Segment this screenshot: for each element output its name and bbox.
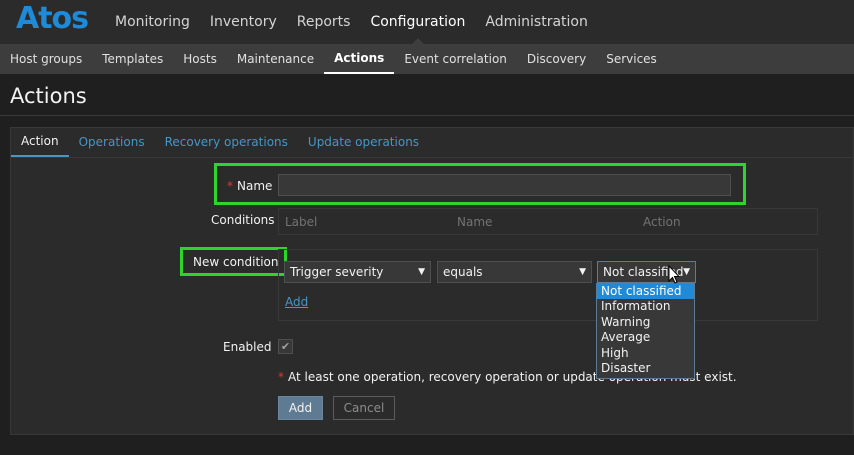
top-nav-inventory[interactable]: Inventory xyxy=(200,0,287,44)
top-nav-reports[interactable]: Reports xyxy=(287,0,361,44)
sub-bar: Host groups Templates Hosts Maintenance … xyxy=(0,44,854,74)
add-condition-link[interactable]: Add xyxy=(285,295,308,309)
conditions-table: Label Name Action xyxy=(278,208,818,235)
page-title: Actions xyxy=(10,84,87,108)
sub-nav-discovery[interactable]: Discovery xyxy=(517,44,596,74)
severity-dropdown-list: Not classified Information Warning Avera… xyxy=(596,283,695,379)
sub-nav-templates[interactable]: Templates xyxy=(92,44,173,74)
sub-nav: Host groups Templates Hosts Maintenance … xyxy=(0,44,854,74)
mouse-cursor-icon xyxy=(668,265,680,284)
name-highlight-box xyxy=(214,163,746,205)
chevron-down-icon: ▼ xyxy=(418,267,425,277)
conditions-col-label: Label xyxy=(285,215,318,229)
condition-value-select[interactable]: Not classified ▼ xyxy=(597,261,696,283)
top-nav-monitoring[interactable]: Monitoring xyxy=(105,0,200,44)
sub-nav-hosts[interactable]: Hosts xyxy=(173,44,227,74)
tab-operations[interactable]: Operations xyxy=(69,128,155,157)
severity-option-warning[interactable]: Warning xyxy=(597,315,694,330)
conditions-label: Conditions xyxy=(211,213,275,227)
add-button[interactable]: Add xyxy=(278,396,323,420)
sub-nav-event-correlation[interactable]: Event correlation xyxy=(394,44,517,74)
severity-option-average[interactable]: Average xyxy=(597,330,694,345)
tab-update-operations[interactable]: Update operations xyxy=(298,128,429,157)
condition-operator-select[interactable]: equals ▼ xyxy=(437,261,592,283)
tab-action[interactable]: Action xyxy=(11,128,69,157)
severity-option-high[interactable]: High xyxy=(597,346,694,361)
condition-operator-value: equals xyxy=(443,265,483,279)
check-icon: ✔ xyxy=(280,340,291,353)
chevron-down-icon: ▼ xyxy=(579,267,586,277)
chevron-down-icon: ▼ xyxy=(683,267,690,277)
severity-option-information[interactable]: Information xyxy=(597,299,694,314)
cancel-button[interactable]: Cancel xyxy=(333,396,395,420)
action-form-panel: Action Operations Recovery operations Up… xyxy=(10,127,854,435)
brand-logo[interactable]: Atos xyxy=(16,1,89,36)
condition-type-select[interactable]: Trigger severity ▼ xyxy=(284,261,431,283)
conditions-col-action: Action xyxy=(643,215,681,229)
top-bar: Atos Monitoring Inventory Reports Config… xyxy=(0,0,854,44)
severity-option-not-classified[interactable]: Not classified xyxy=(597,284,694,300)
sub-nav-maintenance[interactable]: Maintenance xyxy=(227,44,324,74)
tab-recovery-operations[interactable]: Recovery operations xyxy=(155,128,298,157)
title-divider xyxy=(0,115,854,116)
enabled-label: Enabled xyxy=(223,340,272,354)
condition-type-value: Trigger severity xyxy=(290,265,384,279)
new-condition-label: New condition xyxy=(193,255,279,269)
conditions-col-name: Name xyxy=(457,215,493,229)
sub-nav-services[interactable]: Services xyxy=(596,44,667,74)
new-condition-box: Trigger severity ▼ equals ▼ Not classified… xyxy=(278,249,818,321)
sub-nav-actions[interactable]: Actions xyxy=(324,44,395,74)
form-tabs: Action Operations Recovery operations Up… xyxy=(11,128,854,158)
top-nav-administration[interactable]: Administration xyxy=(475,0,597,44)
top-nav: Monitoring Inventory Reports Configurati… xyxy=(105,0,598,44)
sub-nav-host-groups[interactable]: Host groups xyxy=(0,44,92,74)
enabled-checkbox[interactable]: ✔ xyxy=(278,339,293,354)
top-nav-configuration[interactable]: Configuration xyxy=(360,0,475,44)
severity-option-disaster[interactable]: Disaster xyxy=(597,361,694,376)
required-mark: * xyxy=(278,370,284,384)
